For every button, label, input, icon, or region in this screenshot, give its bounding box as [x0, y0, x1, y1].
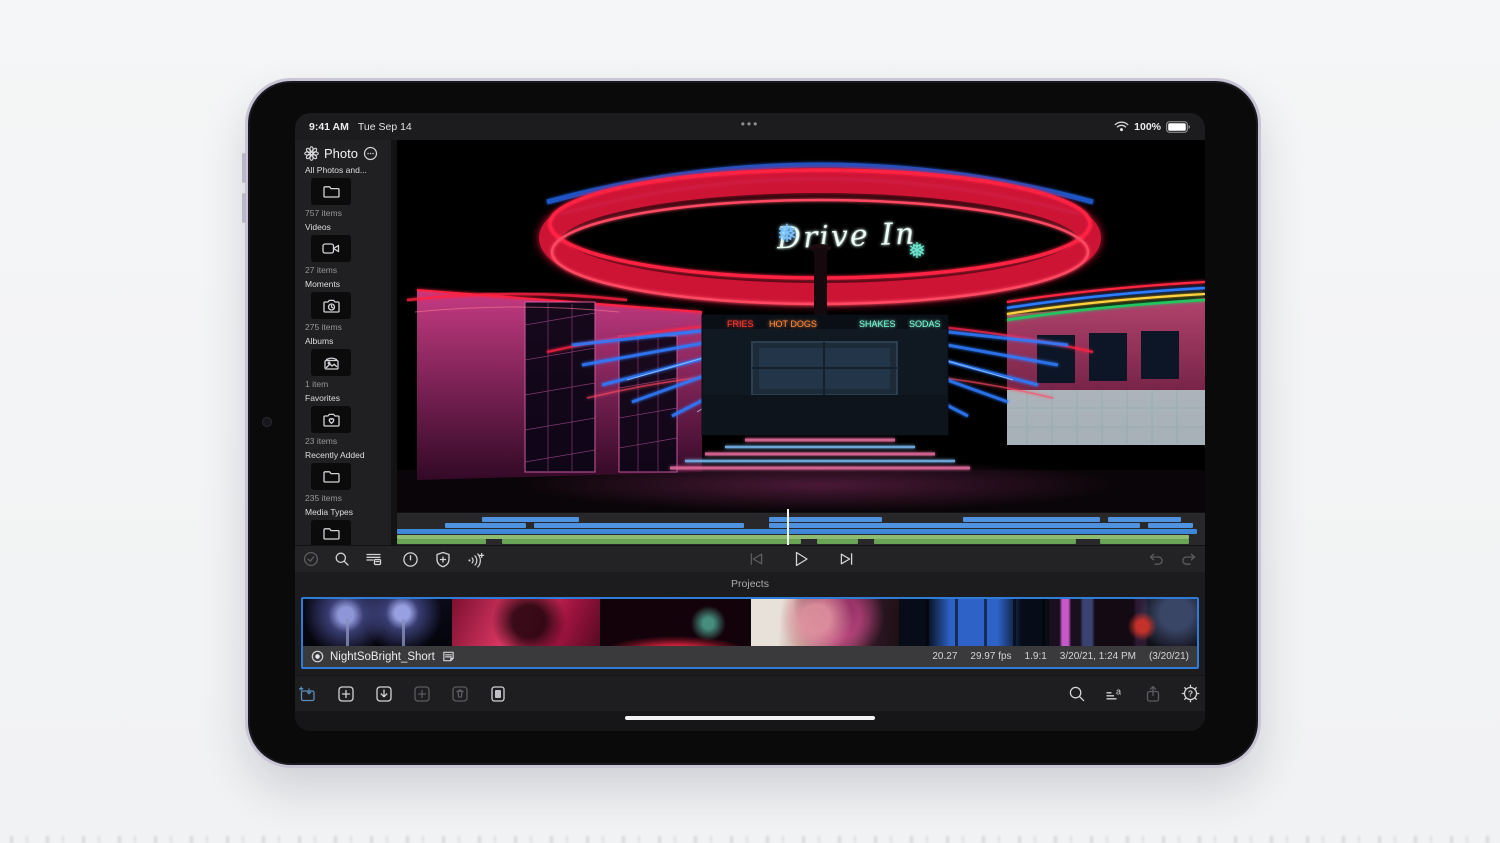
- library-options-button[interactable]: [363, 146, 378, 161]
- project-duration: 20.27: [932, 651, 958, 662]
- video-editor-app: Photo All Photos and... 757 items Videos…: [295, 140, 1205, 731]
- projects-section-header: Projects: [295, 572, 1205, 596]
- library-item-recently-added[interactable]: Recently Added 235 items: [295, 449, 391, 504]
- home-indicator[interactable]: [625, 715, 875, 720]
- project-modified-date: 3/20/21, 1:24 PM: [1059, 651, 1136, 662]
- library-item-favorites[interactable]: Favorites 23 items: [295, 392, 391, 447]
- library-header: Photo: [295, 140, 391, 164]
- import-project-button[interactable]: [374, 684, 393, 703]
- library-item-videos[interactable]: Videos 27 items: [295, 221, 391, 276]
- duplicate-project-button[interactable]: [412, 684, 431, 703]
- thumb-palm-trees-night: [303, 599, 452, 646]
- volume-up-button: [242, 153, 246, 183]
- booth-sign-hot-dogs: HOT DOGS: [769, 319, 817, 329]
- photos-app-icon: [304, 146, 319, 161]
- clipboard-button[interactable]: [488, 684, 507, 703]
- library-sidebar: Photo All Photos and... 757 items Videos…: [295, 140, 397, 545]
- project-name: NightSoBright_Short: [330, 650, 435, 663]
- select-check-button[interactable]: [302, 550, 320, 568]
- thumb-drive-in-neon-sign: [600, 599, 750, 646]
- project-created-date: (3/20/21): [1148, 651, 1189, 662]
- thumb-blue-skylight: [898, 599, 1048, 646]
- previous-frame-button[interactable]: [747, 550, 765, 568]
- project-search-button[interactable]: [1067, 684, 1086, 703]
- project-info-bar: NightSoBright_Short 20.27 29.97 fps 1.9:…: [303, 646, 1197, 667]
- snowflake-neon-right: ❅: [908, 238, 926, 263]
- timeline-overview[interactable]: [397, 509, 1205, 545]
- next-frame-button[interactable]: [837, 550, 855, 568]
- editor-main-area: Drive In ❅ ❅ FRIES HOT DOGS SHAKES SODAS: [397, 140, 1205, 545]
- booth-sign-fries: FRIES: [727, 319, 754, 329]
- battery-icon: [1166, 120, 1190, 133]
- clock-date: Tue Sep 14: [357, 120, 412, 133]
- project-notes-icon[interactable]: [442, 650, 455, 663]
- library-item-media-types[interactable]: Media Types 6 items: [295, 506, 391, 545]
- sort-by-name-button[interactable]: a: [1105, 684, 1124, 703]
- projects-label: Projects: [731, 578, 769, 590]
- bottom-bezel-strip: [295, 711, 1205, 731]
- selected-project-card[interactable]: NightSoBright_Short 20.27 29.97 fps 1.9:…: [301, 597, 1199, 669]
- booth-sign-sodas: SODAS: [909, 319, 941, 329]
- video-preview: Drive In ❅ ❅ FRIES HOT DOGS SHAKES SODAS: [397, 140, 1205, 512]
- video-camera-icon: [322, 243, 340, 254]
- thumb-night-house-neon: [1047, 599, 1198, 646]
- cropped-text-artifacts: [10, 836, 1490, 843]
- project-aspect-ratio: 1.9:1: [1024, 651, 1047, 662]
- front-camera: [262, 417, 272, 427]
- battery-percent: 100%: [1134, 120, 1161, 133]
- thumb-face-pink-light: [749, 599, 899, 646]
- redo-button[interactable]: [1179, 550, 1197, 568]
- booth-sign-shakes: SHAKES: [859, 319, 896, 329]
- delete-project-button[interactable]: [450, 684, 469, 703]
- add-media-button[interactable]: [298, 684, 317, 703]
- play-button[interactable]: [792, 550, 810, 568]
- page-background: 9:41 AM Tue Sep 14 ••• 100% Photo All Ph…: [0, 0, 1500, 843]
- camera-clock-icon: [322, 299, 340, 313]
- library-item-all-photos[interactable]: All Photos and... 757 items: [295, 164, 391, 219]
- playhead[interactable]: [787, 509, 790, 545]
- timeline-toolbar: [295, 545, 1205, 572]
- ipad-device: 9:41 AM Tue Sep 14 ••• 100% Photo All Ph…: [242, 78, 1261, 768]
- folder-icon: [322, 528, 340, 540]
- snowflake-neon-left: ❅: [777, 220, 798, 248]
- status-bar: 9:41 AM Tue Sep 14 ••• 100%: [295, 113, 1205, 140]
- album-stack-icon: [323, 357, 339, 370]
- settings-help-button[interactable]: ?: [1181, 684, 1200, 703]
- camera-heart-icon: [322, 413, 340, 427]
- project-selected-radio-icon[interactable]: [311, 650, 324, 663]
- bottom-toolbar: a ?: [295, 675, 1205, 711]
- folder-icon: [322, 471, 340, 483]
- svg-text:?: ?: [1188, 689, 1193, 699]
- search-button[interactable]: [333, 550, 351, 568]
- project-metadata: 20.27 29.97 fps 1.9:1 3/20/21, 1:24 PM (…: [932, 651, 1189, 662]
- wifi-icon: [1114, 121, 1129, 132]
- new-project-button[interactable]: [336, 684, 355, 703]
- library-item-albums[interactable]: Albums 1 item: [295, 335, 391, 390]
- library-source-title: Photo: [324, 146, 358, 161]
- share-button[interactable]: [1143, 684, 1162, 703]
- volume-down-button: [242, 193, 246, 223]
- multitask-dots-icon[interactable]: •••: [295, 117, 1205, 131]
- ipad-screen: 9:41 AM Tue Sep 14 ••• 100% Photo All Ph…: [295, 113, 1205, 731]
- drive-in-theater-frame: Drive In ❅ ❅ FRIES HOT DOGS SHAKES SODAS: [397, 140, 1205, 512]
- thumb-person-red-neon: [451, 599, 601, 646]
- svg-text:a: a: [1116, 686, 1121, 696]
- library-item-moments[interactable]: Moments 275 items: [295, 278, 391, 333]
- folder-icon: [322, 186, 340, 198]
- project-fps: 29.97 fps: [970, 651, 1012, 662]
- clock-time: 9:41 AM: [309, 120, 349, 133]
- project-filmstrip: [303, 599, 1198, 646]
- undo-button[interactable]: [1147, 550, 1165, 568]
- timeline-overview-tracks: [397, 513, 1205, 545]
- sort-list-button[interactable]: [364, 550, 382, 568]
